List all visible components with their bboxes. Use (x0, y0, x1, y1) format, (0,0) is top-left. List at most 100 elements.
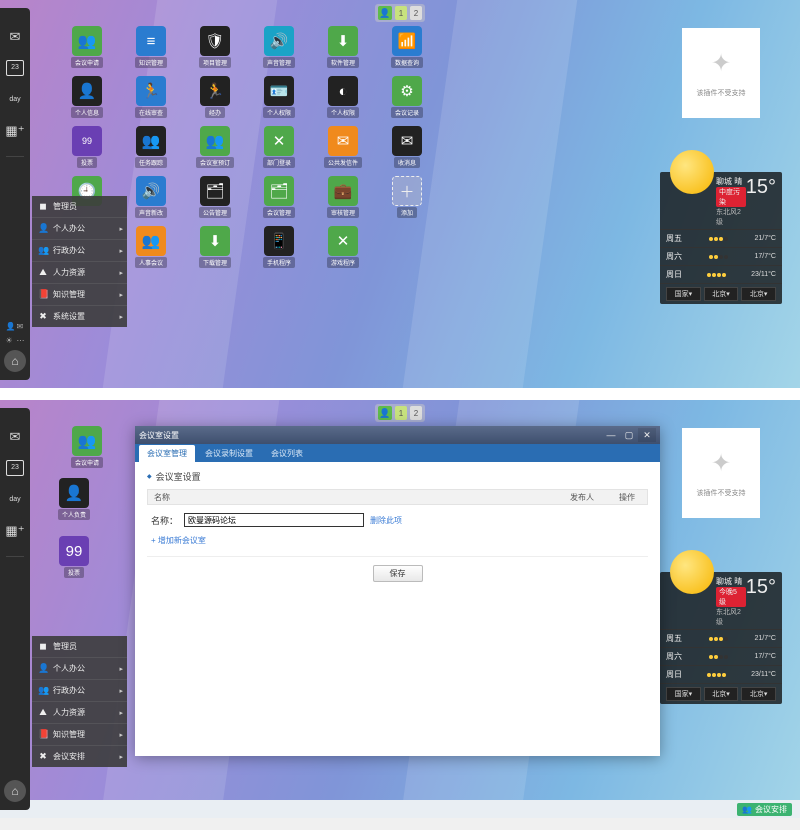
desktop-app[interactable]: 👥任务跟踪 (122, 126, 180, 168)
start-item-personal[interactable]: 👤 个人办公 ▸ (32, 217, 127, 239)
desktop-pager[interactable]: 👤 1 2 (375, 404, 425, 422)
app-label: 审核管理 (327, 207, 359, 218)
close-button[interactable]: ✕ (638, 428, 656, 442)
tab-meeting-list[interactable]: 会议列表 (263, 445, 311, 462)
desktop-app[interactable]: 🏃在线审查 (122, 76, 180, 118)
pager-page-2[interactable]: 2 (410, 6, 422, 20)
desktop-app[interactable]: 🛡项目管理 (186, 26, 244, 68)
day-icon[interactable]: day (6, 90, 24, 108)
start-item-hr[interactable]: ⛰ 人力资源 ▸ (32, 261, 127, 283)
weather-select-province[interactable]: 北京▾ (704, 287, 739, 301)
desktop-app[interactable]: 👥会议室预订 (186, 126, 244, 168)
desktop-app[interactable]: 👤个人信息 (58, 76, 116, 118)
start-item-admin-office[interactable]: 👥 行政办公 ▸ (32, 679, 127, 701)
heading-text: 会议室设置 (156, 470, 201, 483)
home-button[interactable]: ⌂ (4, 780, 26, 802)
left-dock: ✉ 23 day ▦⁺ 👤 ✉ ☀ ⋯ ⌂ (0, 8, 30, 380)
tab-room-manage[interactable]: 会议室管理 (139, 445, 195, 462)
forecast-day: 周日 (666, 269, 682, 280)
weather-widget: 聊城 晴 今晚5级 东北风2级 15° 周五21/7°C 周六17/7°C 周日… (660, 572, 782, 704)
taskbar-item-meeting[interactable]: 👥 会议安排 (737, 803, 792, 816)
weather-mini-icon[interactable]: ☀ (6, 336, 14, 344)
forecast-range: 17/7°C (755, 653, 776, 660)
grid-add-icon[interactable]: ▦⁺ (6, 122, 24, 140)
chevron-right-icon: ▸ (119, 247, 123, 255)
chevron-right-icon: ▸ (119, 665, 123, 673)
desktop-app[interactable]: 99投票 (58, 126, 116, 168)
desktop-app[interactable]: 🗂公告管理 (186, 176, 244, 218)
pager-page-1[interactable]: 1 (395, 406, 407, 420)
mail-mini-icon[interactable]: ✉ (17, 322, 25, 330)
desktop-app[interactable]: ＋添加 (378, 176, 436, 218)
user-mini-icon[interactable]: 👤 (6, 322, 14, 330)
start-item-admin[interactable]: ◼ 管理员 (32, 636, 127, 657)
desktop-app[interactable]: 🏃经办 (186, 76, 244, 118)
desktop-app[interactable]: ✉公共发信件 (314, 126, 372, 168)
app-icon: 👥 (72, 26, 102, 56)
weather-select-city[interactable]: 北京▾ (741, 287, 776, 301)
desktop-app[interactable]: 🔊声音新改 (122, 176, 180, 218)
weather-select-country[interactable]: 国家▾ (666, 687, 701, 701)
square-icon: ◼ (38, 641, 48, 652)
app-label: 个人负责 (58, 509, 90, 520)
name-input[interactable] (184, 513, 364, 527)
forecast-range: 21/7°C (755, 635, 776, 642)
calendar-icon[interactable]: 23 (6, 60, 24, 76)
save-button[interactable]: 保存 (373, 565, 423, 582)
day-icon[interactable]: day (6, 490, 24, 508)
start-item-admin[interactable]: ◼ 管理员 (32, 196, 127, 217)
desktop-app[interactable]: ✕游戏程序 (314, 226, 372, 268)
desktop-app[interactable]: ≡知识管理 (122, 26, 180, 68)
start-item-admin-office[interactable]: 👥 行政办公 ▸ (32, 239, 127, 261)
weather-select-province[interactable]: 北京▾ (704, 687, 739, 701)
forecast-range: 23/11°C (751, 271, 776, 278)
home-button[interactable]: ⌂ (4, 350, 26, 372)
delete-link[interactable]: 删除此项 (370, 515, 402, 526)
maximize-button[interactable]: ▢ (620, 428, 638, 442)
desktop-app[interactable]: ⬇下载管理 (186, 226, 244, 268)
mail-icon[interactable]: ✉ (6, 428, 24, 446)
start-item-meeting[interactable]: ✖ 会议安排 ▸ (32, 745, 127, 767)
desktop-app[interactable]: ⚙会议记录 (378, 76, 436, 118)
grid-add-icon[interactable]: ▦⁺ (6, 522, 24, 540)
desktop-app[interactable]: 99投票 (58, 536, 90, 578)
desktop-pager[interactable]: 👤 1 2 (375, 4, 425, 22)
weather-city: 聊城 (716, 177, 732, 186)
start-item-knowledge[interactable]: 📕 知识管理 ▸ (32, 283, 127, 305)
desktop-app[interactable]: 💼审核管理 (314, 176, 372, 218)
dock-tray: 👤 ✉ ☀ ⋯ ⌂ (4, 322, 26, 372)
app-icon: ⚙ (392, 76, 422, 106)
tab-record-settings[interactable]: 会议录制设置 (197, 445, 261, 462)
start-item-hr[interactable]: ⛰ 人力资源 ▸ (32, 701, 127, 723)
desktop-app[interactable]: 🔊声音管理 (250, 26, 308, 68)
weather-select-city[interactable]: 北京▾ (741, 687, 776, 701)
desktop-app[interactable]: ⬇软件管理 (314, 26, 372, 68)
desktop-app[interactable]: ◐个人权限 (314, 76, 372, 118)
calendar-icon[interactable]: 23 (6, 460, 24, 476)
window-titlebar[interactable]: 会议室设置 — ▢ ✕ (135, 426, 660, 444)
start-item-knowledge[interactable]: 📕 知识管理 ▸ (32, 723, 127, 745)
mail-icon[interactable]: ✉ (6, 28, 24, 46)
start-item-settings[interactable]: ✖ 系统设置 ▸ (32, 305, 127, 327)
desktop-app[interactable]: 👥会议申请 (58, 426, 116, 468)
pager-page-2[interactable]: 2 (410, 406, 422, 420)
more-mini-icon[interactable]: ⋯ (17, 336, 25, 344)
desktop-app[interactable]: 👥会议申请 (58, 26, 116, 68)
pager-page-1[interactable]: 1 (395, 6, 407, 20)
desktop-app[interactable]: 👤个人负责 (58, 478, 90, 520)
start-item-personal[interactable]: 👤 个人办公 ▸ (32, 657, 127, 679)
desktop-app[interactable]: 🪪个人权限 (250, 76, 308, 118)
desktop-app[interactable]: ✕部门登录 (250, 126, 308, 168)
desktop-app[interactable]: ✉收消息 (378, 126, 436, 168)
desktop-app[interactable]: 🗂会议管理 (250, 176, 308, 218)
weather-select-country[interactable]: 国家▾ (666, 287, 701, 301)
desktop-app[interactable]: 👥人事会议 (122, 226, 180, 268)
minimize-button[interactable]: — (602, 428, 620, 442)
start-label: 人力资源 (53, 707, 85, 718)
desktop-app[interactable]: 📶数据查询 (378, 26, 436, 68)
desktop-app[interactable]: 📱手机程序 (250, 226, 308, 268)
add-room-link[interactable]: + 增加新会议室 (151, 535, 644, 546)
app-icon: 🗂 (264, 176, 294, 206)
weather-wind: 东北风2级 (716, 609, 741, 626)
forecast-row: 周日 23/11°C (660, 265, 782, 283)
